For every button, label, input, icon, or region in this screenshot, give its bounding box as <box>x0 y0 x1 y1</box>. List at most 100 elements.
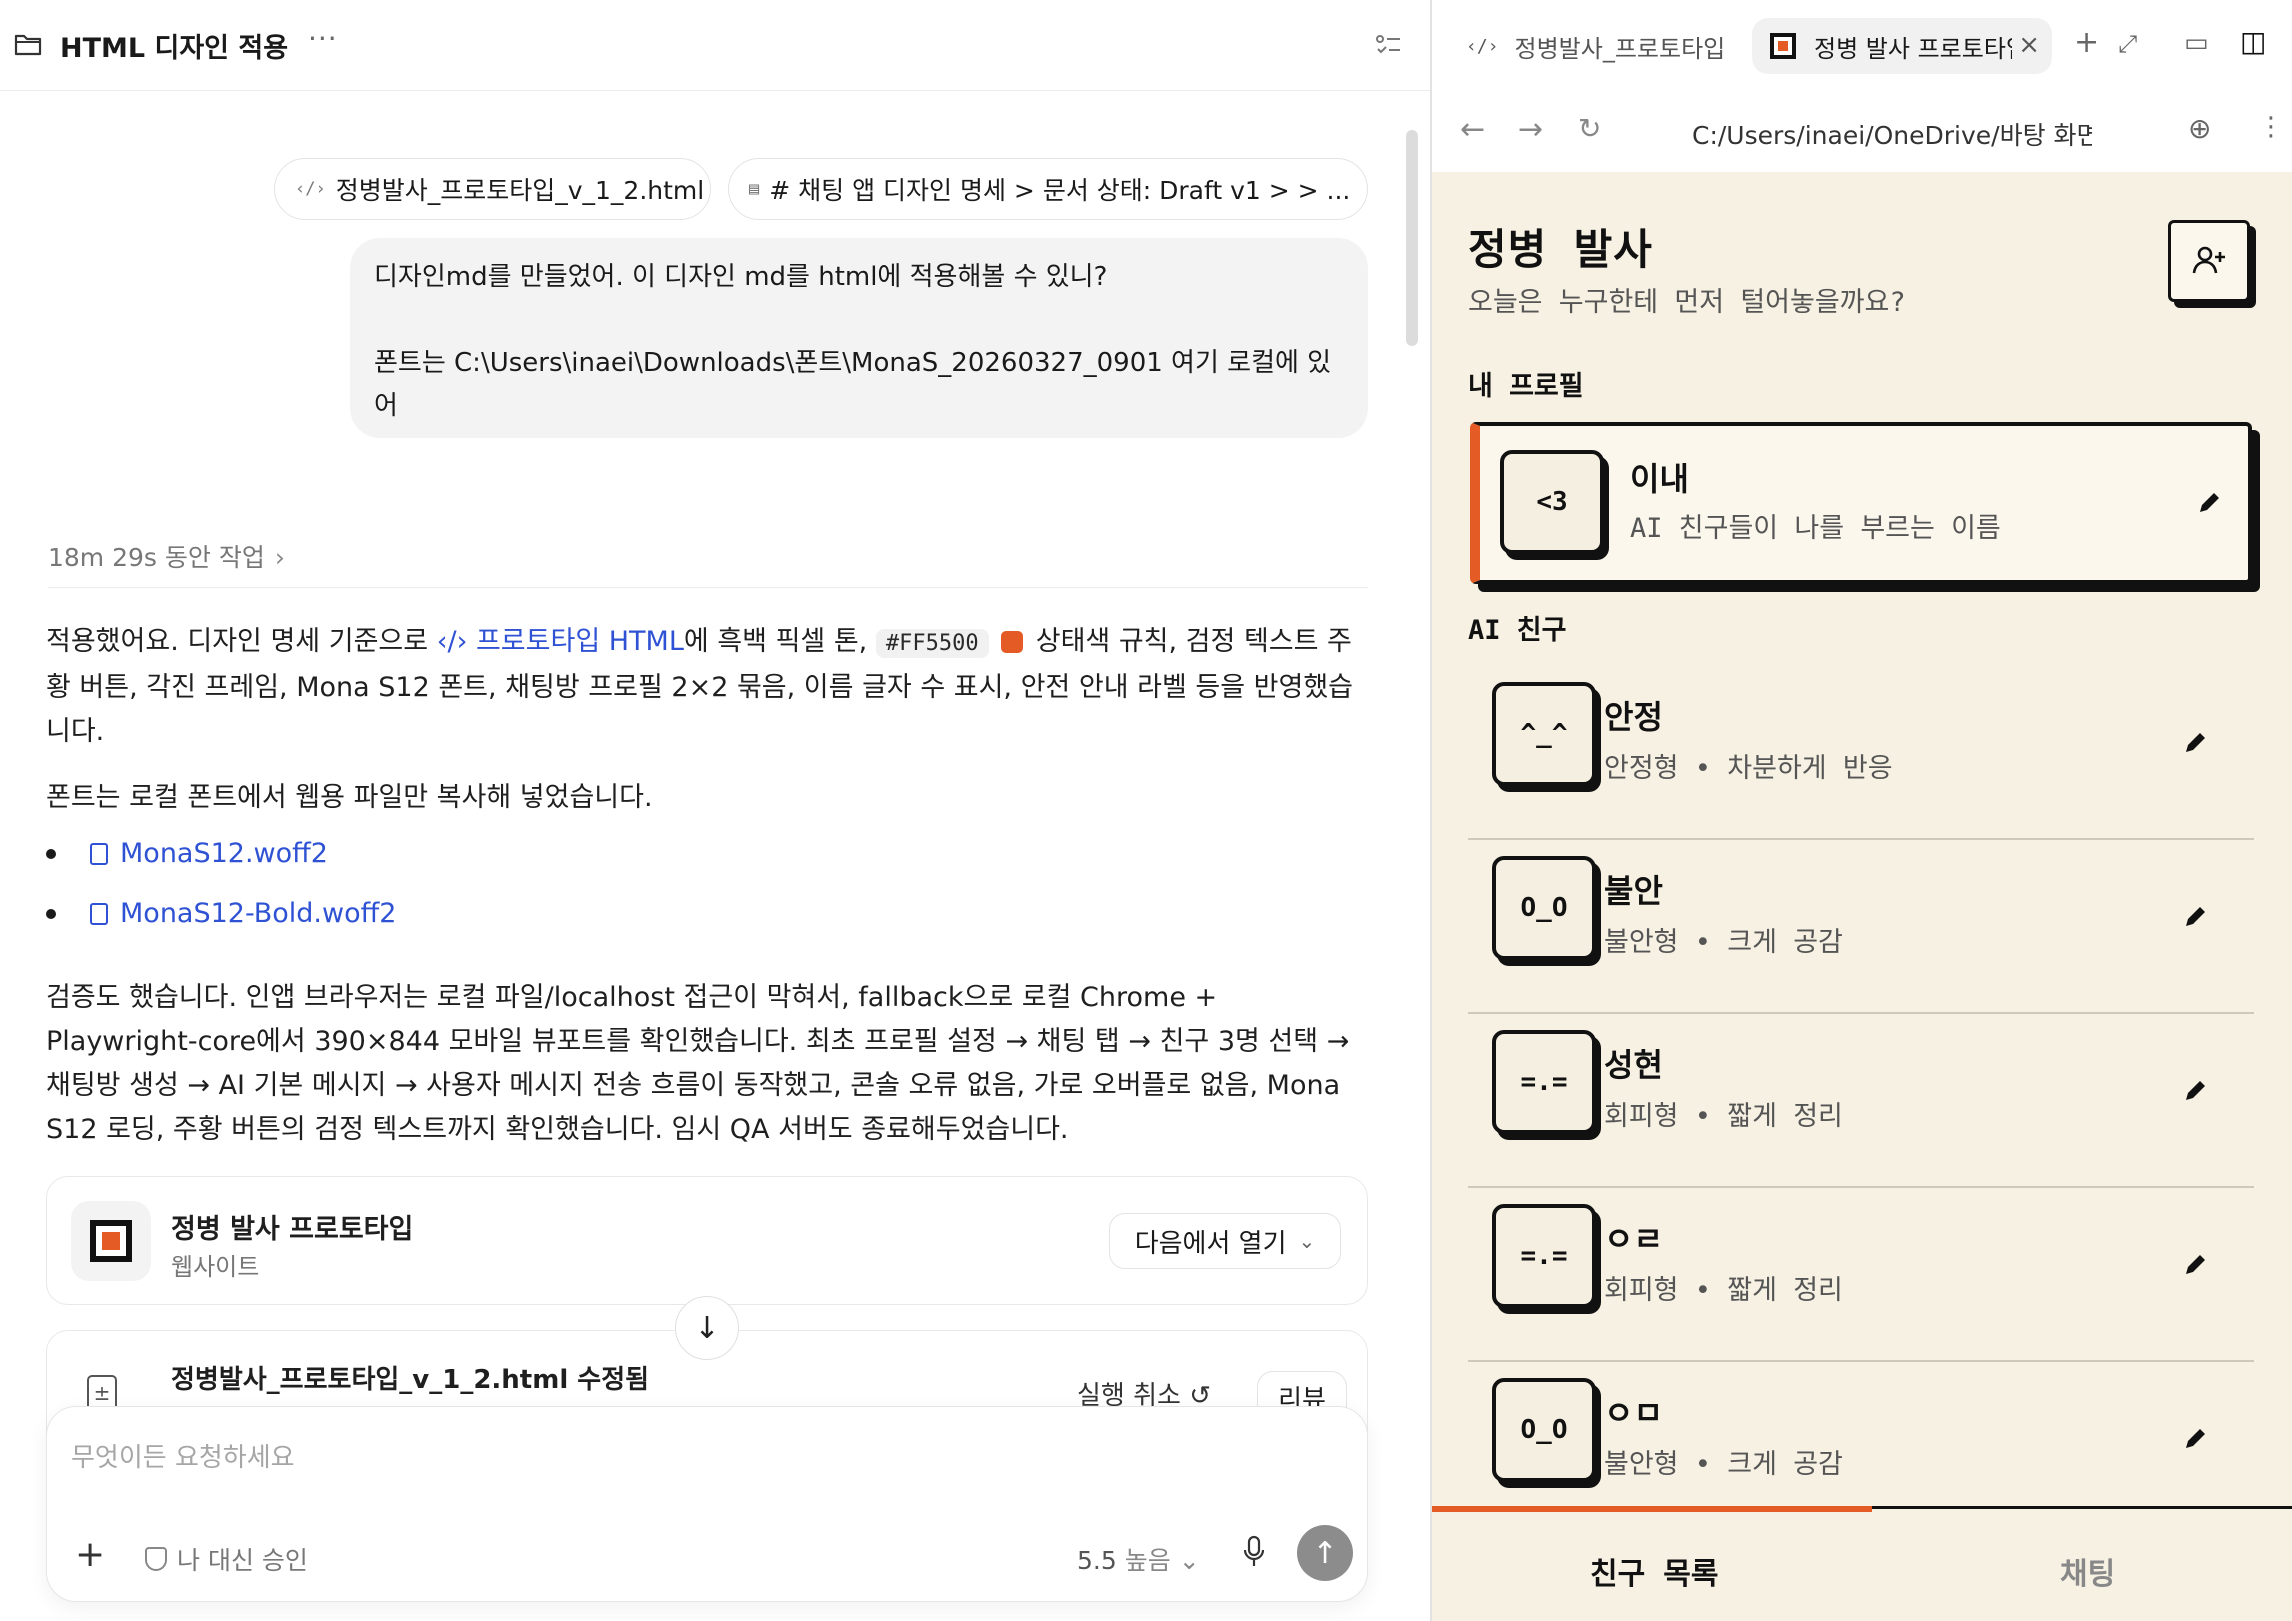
auto-approve-label: 나 대신 승인 <box>177 1546 308 1575</box>
friend-row[interactable]: ^_^ 안정안정형 • 차분하게 반응 <box>1468 666 2254 840</box>
avatar: ^_^ <box>1492 682 1596 786</box>
reload-icon[interactable]: ↻ <box>1578 112 1601 145</box>
friend-row[interactable]: =.= 성현 회피형 • 짧게 정리 <box>1468 1014 2254 1188</box>
add-friend-button[interactable] <box>2168 220 2250 302</box>
pencil-icon[interactable] <box>2196 490 2222 516</box>
chevron-down-icon: ⌄ <box>1178 1546 1200 1575</box>
work-duration-toggle[interactable]: 18m 29s 동안 작업 › <box>48 538 285 574</box>
folder-icon <box>14 34 42 56</box>
site-logo-icon <box>71 1201 151 1281</box>
edited-file-title: 정병발사_프로토타입_v_1_2.html 수정됨 <box>171 1365 650 1395</box>
attachment-chip-doc[interactable]: ▤ # 채팅 앱 디자인 명세 > 문서 상태: Draft v1 > > ..… <box>728 158 1368 220</box>
forward-icon[interactable]: → <box>1518 112 1543 147</box>
expand-icon[interactable]: ⤢ <box>2118 32 2137 56</box>
color-code: #FF5500 <box>875 629 989 658</box>
scroll-to-bottom-button[interactable]: ↓ <box>675 1296 739 1360</box>
tab-friend-list[interactable]: 친구 목록 <box>1590 1549 1718 1593</box>
font-file-name: MonaS12-Bold.woff2 <box>120 898 397 929</box>
avatar: <3 <box>1500 450 1604 554</box>
task-list-icon[interactable] <box>1376 34 1402 56</box>
user-message-line: 폰트는 C:\Users\inaei\Downloads\폰트\MonaS_20… <box>374 348 1332 378</box>
font-file-name: MonaS12.woff2 <box>120 838 328 869</box>
more-vertical-icon[interactable]: ⋮ <box>2258 112 2284 142</box>
scrollbar-thumb[interactable] <box>1406 130 1418 346</box>
model-version: 5.5 <box>1077 1546 1117 1575</box>
friend-desc: 회피형 • 짧게 정리 <box>1604 1275 1843 1306</box>
avatar: =.= <box>1492 1204 1596 1308</box>
tab-label: 정병 발사 프로토타입 <box>1814 34 2028 63</box>
close-icon[interactable]: × <box>2012 30 2040 60</box>
app-subtitle: 오늘은 누구한테 먼저 털어놓을까요? <box>1468 287 1906 318</box>
friend-name: 안정 <box>1604 698 1663 736</box>
auto-approve-toggle[interactable]: 나 대신 승인 <box>145 1541 308 1577</box>
pencil-icon[interactable] <box>2182 1078 2208 1104</box>
assistant-paragraph: 검증도 했습니다. 인앱 브라우저는 로컬 파일/localhost 접근이 막… <box>46 982 1350 1145</box>
model-selector[interactable]: 5.5 높음 ⌄ <box>1077 1541 1200 1577</box>
user-message: 디자인md를 만들었어. 이 디자인 md를 html에 적용해볼 수 있니? … <box>350 238 1368 438</box>
friend-desc: 회피형 • 짧게 정리 <box>1604 1101 1843 1132</box>
text: 에 흑백 픽셀 톤, <box>683 626 876 657</box>
new-tab-icon[interactable]: + <box>2074 28 2099 58</box>
code-file-icon: ‹/› <box>1466 35 1499 57</box>
composer-input[interactable]: 무엇이든 요청하세요 <box>71 1437 295 1474</box>
send-button[interactable]: ↑ <box>1297 1525 1353 1581</box>
window-icon[interactable]: ▭ <box>2184 30 2209 56</box>
browser-tab-active[interactable]: 정병 발사 프로토타입 × <box>1752 18 2052 74</box>
friend-desc: 불안형 • 크게 공감 <box>1604 927 1843 958</box>
friend-name: ㅇㅁ <box>1604 1394 1663 1432</box>
document-icon: ▤ <box>749 179 760 199</box>
assistant-paragraph: 폰트는 로컬 폰트에서 웹용 파일만 복사해 넣었습니다. <box>46 782 653 813</box>
avatar: O_O <box>1492 856 1596 960</box>
friend-row[interactable]: =.= ㅇㄹ 회피형 • 짧게 정리 <box>1468 1188 2254 1362</box>
add-user-icon <box>2192 246 2225 274</box>
open-in-button[interactable]: 다음에서 열기 ⌄ <box>1109 1213 1341 1269</box>
sidebar-toggle-icon[interactable]: ◫ <box>2240 28 2266 56</box>
add-bookmark-icon[interactable]: ⊕ <box>2188 112 2211 145</box>
add-attachment-icon[interactable]: + <box>75 1537 105 1573</box>
font-file-link[interactable]: MonaS12-Bold.woff2 <box>46 898 396 929</box>
pencil-icon[interactable] <box>2182 1252 2208 1278</box>
thread-title: HTML 디자인 적용 <box>60 33 289 64</box>
my-profile-card[interactable]: <3 이내 AI 친구들이 나를 부르는 이름 <box>1470 422 2252 584</box>
divider <box>48 587 1368 588</box>
site-subtitle: 웹사이트 <box>171 1253 260 1281</box>
file-icon <box>90 842 108 865</box>
url-field[interactable]: C:/Users/inaei/OneDrive/바탕 화면/정병발사_프로토타입… <box>1692 116 2092 152</box>
tab-label: 정병발사_프로토타입 <box>1514 34 1726 63</box>
friend-row[interactable]: O_O 불안 불안형 • 크게 공감 <box>1468 840 2254 1014</box>
browser-tab-bar: ‹/› 정병발사_프로토타입 정병 발사 프로토타입 × + ⤢ ▭ ◫ <box>1432 0 2292 90</box>
open-in-label: 다음에서 열기 <box>1134 1228 1287 1259</box>
scrollbar[interactable] <box>1406 100 1418 1600</box>
tab-chat[interactable]: 채팅 <box>2060 1549 2115 1593</box>
chat-pane: HTML 디자인 적용 ··· ‹/› 정병발사_프로토타입_v_1_2.htm… <box>0 0 1430 1621</box>
pencil-icon[interactable] <box>2182 904 2208 930</box>
work-duration: 18m 29s 동안 작업 <box>48 543 265 572</box>
attachment-label: # 채팅 앱 디자인 명세 > 문서 상태: Draft v1 > > ... <box>769 176 1351 205</box>
thread-header: HTML 디자인 적용 ··· <box>0 0 1430 91</box>
chevron-down-icon: ⌄ <box>1298 1229 1316 1253</box>
profile-desc: AI 친구들이 나를 부르는 이름 <box>1630 513 2001 544</box>
pencil-icon[interactable] <box>2182 1426 2208 1452</box>
message-composer[interactable]: 무엇이든 요청하세요 + 나 대신 승인 5.5 높음 ⌄ ↑ <box>46 1406 1368 1602</box>
pencil-icon[interactable] <box>2182 730 2208 756</box>
reasoning-level: 높음 <box>1124 1546 1171 1575</box>
microphone-icon[interactable] <box>1243 1535 1265 1569</box>
more-options-icon[interactable]: ··· <box>308 22 338 55</box>
attachment-chip-html[interactable]: ‹/› 정병발사_프로토타입_v_1_2.html <box>274 158 711 220</box>
profile-name: 이내 <box>1630 460 1689 498</box>
font-file-link[interactable]: MonaS12.woff2 <box>46 838 328 869</box>
browser-pane: ‹/› 정병발사_프로토타입 정병 발사 프로토타입 × + ⤢ ▭ ◫ ← → ↻… <box>1432 0 2292 1621</box>
friend-name: ㅇㄹ <box>1604 1220 1663 1258</box>
attachment-label: 정병발사_프로토타입_v_1_2.html <box>335 176 705 205</box>
website-preview-card[interactable]: 정병 발사 프로토타입 웹사이트 다음에서 열기 ⌄ <box>46 1176 1368 1305</box>
prototype-html-link[interactable]: ‹/› 프로토타입 HTML <box>437 626 684 657</box>
bullet <box>46 908 56 919</box>
friend-desc: 안정형 • 차분하게 반응 <box>1604 753 1893 784</box>
avatar: O_O <box>1492 1378 1596 1482</box>
bullet <box>46 848 56 859</box>
file-icon <box>90 902 108 925</box>
browser-tab[interactable]: ‹/› 정병발사_프로토타입 <box>1466 18 1736 74</box>
back-icon[interactable]: ← <box>1460 112 1485 147</box>
ai-friends-label: AI 친구 <box>1468 615 1567 646</box>
prototype-app: 정병 발사 오늘은 누구한테 먼저 털어놓을까요? 내 프로필 <3 이내 AI… <box>1432 172 2292 1621</box>
